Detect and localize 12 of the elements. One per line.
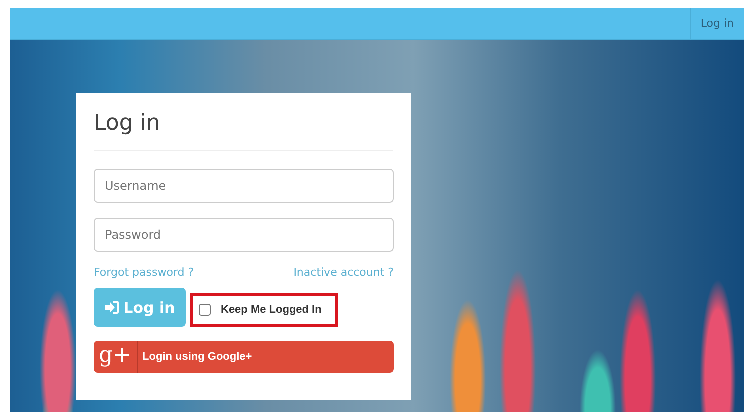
text-link[interactable]: Inactive account ?: [294, 266, 394, 279]
card-title: Log in: [94, 111, 393, 151]
sign-in-icon: [104, 301, 119, 314]
password-field[interactable]: Password: [94, 218, 394, 252]
username-field[interactable]: Username: [94, 169, 394, 203]
google-login-button[interactable]: g+ Login using Google+: [94, 341, 394, 373]
text-link[interactable]: Forgot password ?: [94, 266, 194, 279]
nav-link[interactable]: Log in: [690, 8, 744, 39]
remember-checkbox[interactable]: [199, 304, 211, 316]
login-button[interactable]: Log in: [94, 288, 186, 327]
checkbox-label: Keep Me Logged In: [221, 304, 322, 316]
remember-checkbox-row[interactable]: Keep Me Logged In: [190, 293, 338, 327]
